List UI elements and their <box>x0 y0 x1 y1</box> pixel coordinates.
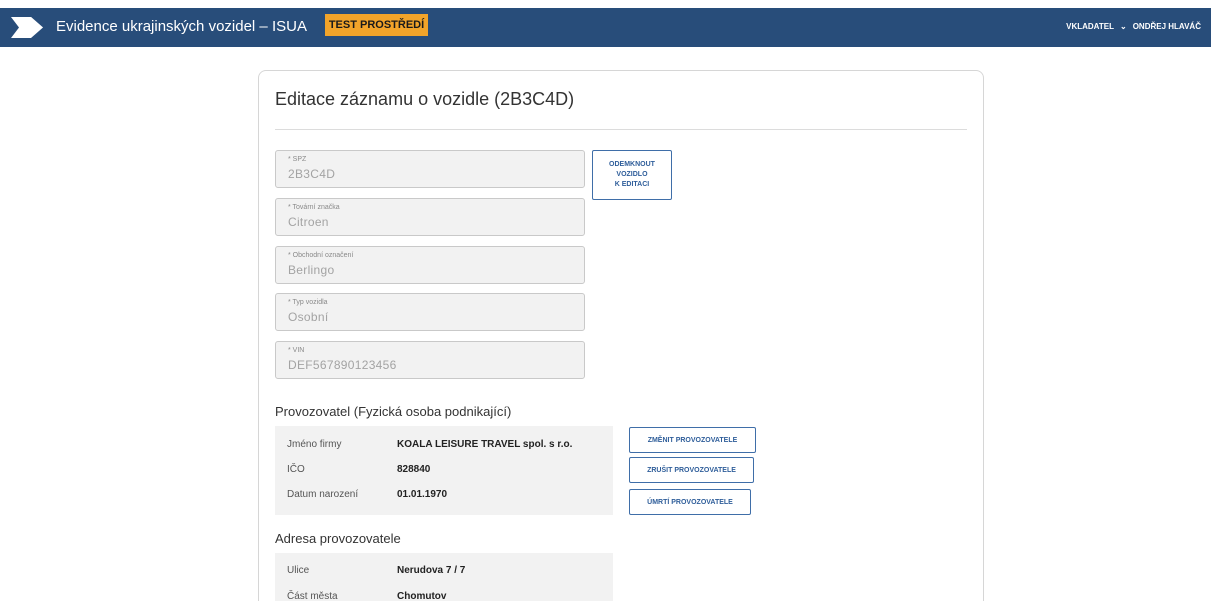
vin-field: * VIN DEF567890123456 <box>275 341 585 379</box>
address-info-box: Ulice Nerudova 7 / 7 Část města Chomutov <box>275 553 613 601</box>
vehicle-edit-card: Editace záznamu o vozidle (2B3C4D) * SPZ… <box>258 70 984 601</box>
field-label: * VIN <box>288 347 305 354</box>
spz-field: * SPZ 2B3C4D <box>275 150 585 188</box>
info-label: Část města <box>287 591 338 601</box>
field-value: Berlingo <box>288 263 335 277</box>
field-label: * Tovární značka <box>288 204 340 211</box>
info-value: Nerudova 7 / 7 <box>397 565 466 576</box>
change-operator-button[interactable]: ZMĚNIT PROVOZOVATELE <box>629 427 756 453</box>
operator-heading: Provozovatel (Fyzická osoba podnikající) <box>275 404 512 419</box>
unlock-line-3: K EDITACI <box>614 181 650 188</box>
info-value: KOALA LEISURE TRAVEL spol. s r.o. <box>397 439 573 450</box>
field-value: 2B3C4D <box>288 167 336 181</box>
field-label: * Typ vozidla <box>288 299 328 306</box>
field-label: * SPZ <box>288 156 307 163</box>
address-heading: Adresa provozovatele <box>275 531 401 546</box>
info-label: IČO <box>287 464 305 475</box>
unlock-line-2: VOZIDLO <box>616 171 648 178</box>
unlock-button-label: ODEMKNOUT VOZIDLO K EDITACI <box>609 160 655 190</box>
field-value: Citroen <box>288 215 329 229</box>
environment-badge: TEST PROSTŘEDÍ <box>325 14 428 36</box>
logo-icon[interactable] <box>9 14 47 41</box>
vehicle-type-field: * Typ vozidla Osobní <box>275 293 585 331</box>
info-label: Ulice <box>287 565 310 576</box>
divider <box>275 129 967 130</box>
operator-death-button[interactable]: ÚMRTÍ PROVOZOVATELE <box>629 489 751 515</box>
app-title[interactable]: Evidence ukrajinských vozidel – ISUA <box>56 18 307 36</box>
info-value: 01.01.1970 <box>397 489 448 500</box>
chevron-down-icon[interactable]: ⌄ <box>1120 22 1127 31</box>
info-label: Jméno firmy <box>287 439 342 450</box>
info-value: 828840 <box>397 464 431 475</box>
brand-field: * Tovární značka Citroen <box>275 198 585 236</box>
model-field: * Obchodní označení Berlingo <box>275 246 585 284</box>
unlock-line-1: ODEMKNOUT <box>609 161 655 168</box>
info-value: Chomutov <box>397 591 447 601</box>
top-strip <box>0 0 1211 8</box>
field-value: Osobní <box>288 310 329 324</box>
page-title: Editace záznamu o vozidle (2B3C4D) <box>275 89 575 109</box>
info-label: Datum narození <box>287 489 359 500</box>
field-label: * Obchodní označení <box>288 252 354 259</box>
field-value: DEF567890123456 <box>288 358 397 372</box>
operator-info-box: Jméno firmy KOALA LEISURE TRAVEL spol. s… <box>275 426 613 515</box>
unlock-vehicle-button[interactable]: ODEMKNOUT VOZIDLO K EDITACI <box>592 150 672 200</box>
app-header: Evidence ukrajinských vozidel – ISUA TES… <box>0 8 1211 47</box>
cancel-operator-button[interactable]: ZRUŠIT PROVOZOVATELE <box>629 457 754 483</box>
user-menu[interactable]: VKLADATEL ⌄ ONDŘEJ HLAVÁČ <box>1066 22 1201 31</box>
user-name[interactable]: ONDŘEJ HLAVÁČ <box>1133 22 1201 31</box>
role-label[interactable]: VKLADATEL <box>1066 22 1114 31</box>
